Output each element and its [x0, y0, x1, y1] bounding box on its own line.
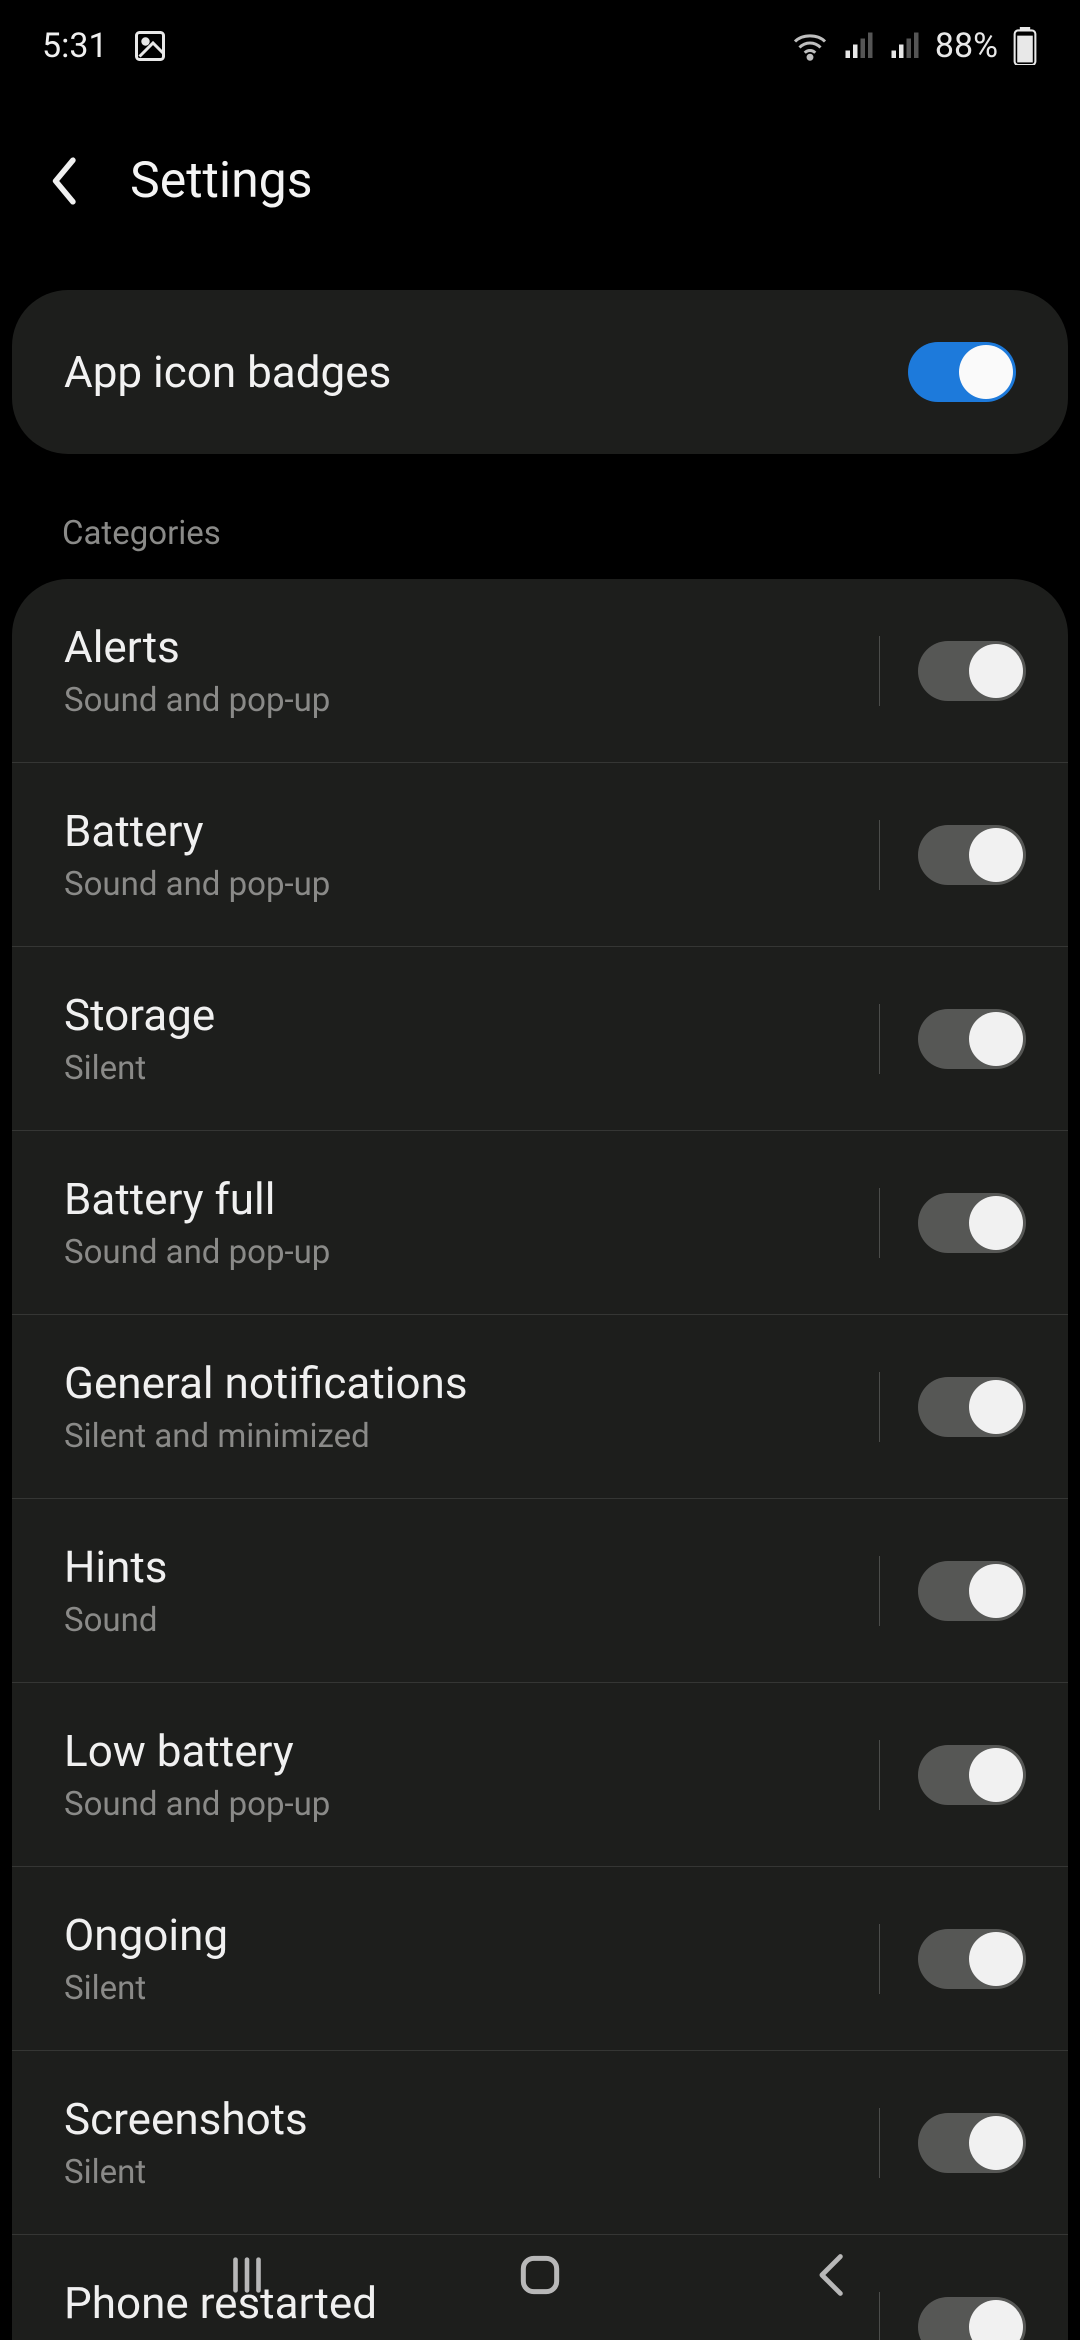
signal-icon	[843, 31, 875, 61]
category-subtitle: Silent	[64, 1049, 871, 1088]
app-bar: Settings	[0, 92, 1080, 290]
category-title: Battery full	[64, 1173, 871, 1225]
category-row[interactable]: Ongoing Silent	[12, 1867, 1068, 2051]
category-title: Hints	[64, 1541, 871, 1593]
category-subtitle: Silent and minimized	[64, 1417, 871, 1456]
category-title: Ongoing	[64, 1909, 871, 1961]
category-title: Storage	[64, 989, 871, 1041]
category-toggle[interactable]	[918, 1377, 1026, 1437]
category-toggle[interactable]	[918, 1561, 1026, 1621]
recents-button[interactable]	[207, 2235, 287, 2315]
category-toggle[interactable]	[918, 641, 1026, 701]
category-title: Low battery	[64, 1725, 871, 1777]
category-subtitle: Sound and pop-up	[64, 1785, 871, 1824]
signal-icon-2	[889, 31, 921, 61]
home-button[interactable]	[500, 2235, 580, 2315]
app-icon-badges-toggle[interactable]	[908, 342, 1016, 402]
app-icon-badges-label: App icon badges	[64, 346, 391, 398]
category-toggle[interactable]	[918, 1009, 1026, 1069]
category-title: General notifications	[64, 1357, 871, 1409]
category-subtitle: Silent	[64, 2153, 871, 2192]
category-subtitle: Sound and pop-up	[64, 1233, 871, 1272]
status-bar: 5:31	[0, 0, 1080, 92]
status-time: 5:31	[42, 26, 108, 66]
category-subtitle: Silent	[64, 1969, 871, 2008]
category-row[interactable]: Screenshots Silent	[12, 2051, 1068, 2235]
category-row[interactable]: Alerts Sound and pop-up	[12, 579, 1068, 763]
category-row[interactable]: Battery Sound and pop-up	[12, 763, 1068, 947]
category-row[interactable]: Hints Sound	[12, 1499, 1068, 1683]
categories-header: Categories	[0, 454, 1080, 579]
vertical-divider	[879, 1556, 880, 1626]
nav-back-button[interactable]	[793, 2235, 873, 2315]
page-title: Settings	[130, 152, 313, 210]
vertical-divider	[879, 1740, 880, 1810]
category-toggle[interactable]	[918, 2113, 1026, 2173]
category-toggle[interactable]	[918, 1745, 1026, 1805]
vertical-divider	[879, 820, 880, 890]
vertical-divider	[879, 1924, 880, 1994]
battery-percentage: 88%	[935, 26, 998, 66]
category-row[interactable]: Storage Silent	[12, 947, 1068, 1131]
category-row[interactable]: General notifications Silent and minimize…	[12, 1315, 1068, 1499]
category-title: Alerts	[64, 621, 871, 673]
app-icon-badges-card: App icon badges	[12, 290, 1068, 454]
vertical-divider	[879, 1372, 880, 1442]
category-toggle[interactable]	[918, 825, 1026, 885]
categories-list: Alerts Sound and pop-up Battery Sound and p…	[12, 579, 1068, 2340]
wifi-icon	[791, 31, 829, 61]
category-subtitle: Sound	[64, 1601, 871, 1640]
app-icon-badges-row[interactable]: App icon badges	[12, 290, 1068, 454]
vertical-divider	[879, 1188, 880, 1258]
category-subtitle: Sound and pop-up	[64, 681, 871, 720]
vertical-divider	[879, 636, 880, 706]
gallery-icon	[132, 28, 168, 64]
category-title: Battery	[64, 805, 871, 857]
category-toggle[interactable]	[918, 1193, 1026, 1253]
category-toggle[interactable]	[918, 1929, 1026, 1989]
vertical-divider	[879, 1004, 880, 1074]
category-row[interactable]: Battery full Sound and pop-up	[12, 1131, 1068, 1315]
category-title: Screenshots	[64, 2093, 871, 2145]
vertical-divider	[879, 2108, 880, 2178]
navigation-bar	[0, 2210, 1080, 2340]
battery-icon	[1012, 27, 1038, 65]
category-subtitle: Sound and pop-up	[64, 865, 871, 904]
category-row[interactable]: Low battery Sound and pop-up	[12, 1683, 1068, 1867]
back-button[interactable]	[46, 161, 86, 201]
